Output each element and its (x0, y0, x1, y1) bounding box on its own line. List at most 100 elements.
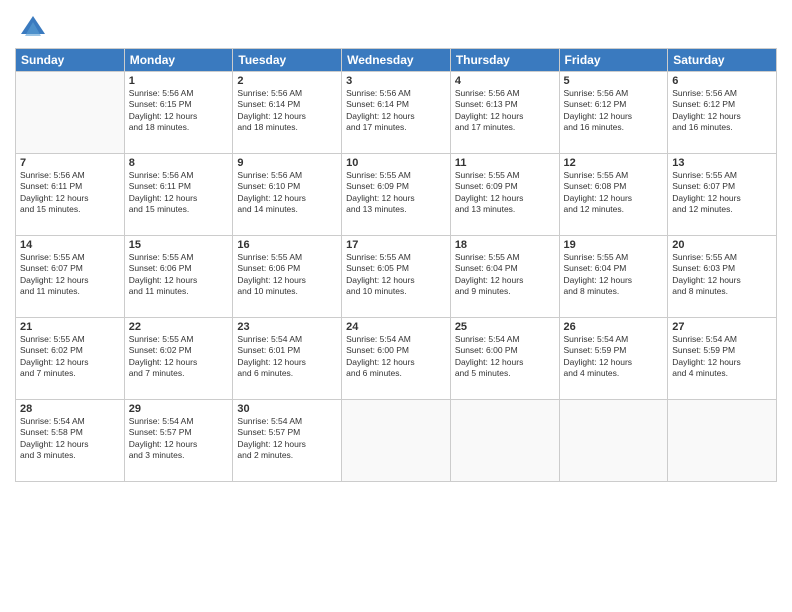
week-row-5: 28Sunrise: 5:54 AM Sunset: 5:58 PM Dayli… (16, 400, 777, 482)
day-info: Sunrise: 5:54 AM Sunset: 6:00 PM Dayligh… (455, 334, 555, 380)
week-row-2: 7Sunrise: 5:56 AM Sunset: 6:11 PM Daylig… (16, 154, 777, 236)
calendar-cell: 28Sunrise: 5:54 AM Sunset: 5:58 PM Dayli… (16, 400, 125, 482)
day-info: Sunrise: 5:54 AM Sunset: 5:59 PM Dayligh… (672, 334, 772, 380)
calendar-cell: 17Sunrise: 5:55 AM Sunset: 6:05 PM Dayli… (342, 236, 451, 318)
calendar-cell: 13Sunrise: 5:55 AM Sunset: 6:07 PM Dayli… (668, 154, 777, 236)
day-number: 23 (237, 321, 337, 333)
day-number: 12 (564, 157, 664, 169)
calendar-cell: 14Sunrise: 5:55 AM Sunset: 6:07 PM Dayli… (16, 236, 125, 318)
calendar-cell: 8Sunrise: 5:56 AM Sunset: 6:11 PM Daylig… (124, 154, 233, 236)
day-info: Sunrise: 5:56 AM Sunset: 6:11 PM Dayligh… (20, 170, 120, 216)
day-number: 9 (237, 157, 337, 169)
day-info: Sunrise: 5:55 AM Sunset: 6:06 PM Dayligh… (237, 252, 337, 298)
calendar-cell: 20Sunrise: 5:55 AM Sunset: 6:03 PM Dayli… (668, 236, 777, 318)
day-number: 22 (129, 321, 229, 333)
calendar-cell: 6Sunrise: 5:56 AM Sunset: 6:12 PM Daylig… (668, 72, 777, 154)
day-number: 13 (672, 157, 772, 169)
calendar-cell: 24Sunrise: 5:54 AM Sunset: 6:00 PM Dayli… (342, 318, 451, 400)
calendar-cell: 4Sunrise: 5:56 AM Sunset: 6:13 PM Daylig… (450, 72, 559, 154)
calendar-cell: 23Sunrise: 5:54 AM Sunset: 6:01 PM Dayli… (233, 318, 342, 400)
week-row-3: 14Sunrise: 5:55 AM Sunset: 6:07 PM Dayli… (16, 236, 777, 318)
day-number: 19 (564, 239, 664, 251)
day-header-saturday: Saturday (668, 49, 777, 72)
calendar-cell: 19Sunrise: 5:55 AM Sunset: 6:04 PM Dayli… (559, 236, 668, 318)
calendar-cell: 18Sunrise: 5:55 AM Sunset: 6:04 PM Dayli… (450, 236, 559, 318)
day-info: Sunrise: 5:55 AM Sunset: 6:04 PM Dayligh… (564, 252, 664, 298)
day-info: Sunrise: 5:54 AM Sunset: 5:57 PM Dayligh… (237, 416, 337, 462)
page: SundayMondayTuesdayWednesdayThursdayFrid… (0, 0, 792, 612)
day-info: Sunrise: 5:55 AM Sunset: 6:05 PM Dayligh… (346, 252, 446, 298)
day-number: 25 (455, 321, 555, 333)
day-number: 4 (455, 75, 555, 87)
day-header-friday: Friday (559, 49, 668, 72)
day-number: 3 (346, 75, 446, 87)
calendar-cell (16, 72, 125, 154)
day-number: 1 (129, 75, 229, 87)
day-info: Sunrise: 5:56 AM Sunset: 6:12 PM Dayligh… (672, 88, 772, 134)
day-number: 5 (564, 75, 664, 87)
day-info: Sunrise: 5:55 AM Sunset: 6:02 PM Dayligh… (129, 334, 229, 380)
day-number: 18 (455, 239, 555, 251)
day-header-tuesday: Tuesday (233, 49, 342, 72)
day-info: Sunrise: 5:56 AM Sunset: 6:14 PM Dayligh… (237, 88, 337, 134)
day-number: 28 (20, 403, 120, 415)
calendar-cell: 30Sunrise: 5:54 AM Sunset: 5:57 PM Dayli… (233, 400, 342, 482)
day-header-monday: Monday (124, 49, 233, 72)
day-info: Sunrise: 5:55 AM Sunset: 6:06 PM Dayligh… (129, 252, 229, 298)
week-row-1: 1Sunrise: 5:56 AM Sunset: 6:15 PM Daylig… (16, 72, 777, 154)
day-number: 30 (237, 403, 337, 415)
calendar: SundayMondayTuesdayWednesdayThursdayFrid… (15, 48, 777, 482)
day-info: Sunrise: 5:55 AM Sunset: 6:09 PM Dayligh… (455, 170, 555, 216)
day-info: Sunrise: 5:55 AM Sunset: 6:08 PM Dayligh… (564, 170, 664, 216)
day-info: Sunrise: 5:56 AM Sunset: 6:11 PM Dayligh… (129, 170, 229, 216)
day-number: 15 (129, 239, 229, 251)
day-number: 7 (20, 157, 120, 169)
day-info: Sunrise: 5:56 AM Sunset: 6:10 PM Dayligh… (237, 170, 337, 216)
logo-icon (19, 14, 47, 42)
calendar-cell (668, 400, 777, 482)
calendar-cell: 7Sunrise: 5:56 AM Sunset: 6:11 PM Daylig… (16, 154, 125, 236)
calendar-cell: 1Sunrise: 5:56 AM Sunset: 6:15 PM Daylig… (124, 72, 233, 154)
day-info: Sunrise: 5:54 AM Sunset: 5:59 PM Dayligh… (564, 334, 664, 380)
calendar-cell (450, 400, 559, 482)
calendar-cell: 12Sunrise: 5:55 AM Sunset: 6:08 PM Dayli… (559, 154, 668, 236)
day-info: Sunrise: 5:54 AM Sunset: 5:58 PM Dayligh… (20, 416, 120, 462)
day-info: Sunrise: 5:56 AM Sunset: 6:13 PM Dayligh… (455, 88, 555, 134)
day-number: 14 (20, 239, 120, 251)
calendar-cell: 25Sunrise: 5:54 AM Sunset: 6:00 PM Dayli… (450, 318, 559, 400)
calendar-cell: 22Sunrise: 5:55 AM Sunset: 6:02 PM Dayli… (124, 318, 233, 400)
day-info: Sunrise: 5:56 AM Sunset: 6:15 PM Dayligh… (129, 88, 229, 134)
calendar-cell: 16Sunrise: 5:55 AM Sunset: 6:06 PM Dayli… (233, 236, 342, 318)
day-info: Sunrise: 5:54 AM Sunset: 6:01 PM Dayligh… (237, 334, 337, 380)
day-number: 21 (20, 321, 120, 333)
day-header-thursday: Thursday (450, 49, 559, 72)
calendar-cell: 3Sunrise: 5:56 AM Sunset: 6:14 PM Daylig… (342, 72, 451, 154)
calendar-cell: 5Sunrise: 5:56 AM Sunset: 6:12 PM Daylig… (559, 72, 668, 154)
calendar-cell: 29Sunrise: 5:54 AM Sunset: 5:57 PM Dayli… (124, 400, 233, 482)
day-number: 24 (346, 321, 446, 333)
calendar-cell: 27Sunrise: 5:54 AM Sunset: 5:59 PM Dayli… (668, 318, 777, 400)
day-number: 29 (129, 403, 229, 415)
calendar-cell: 10Sunrise: 5:55 AM Sunset: 6:09 PM Dayli… (342, 154, 451, 236)
day-number: 10 (346, 157, 446, 169)
day-info: Sunrise: 5:54 AM Sunset: 6:00 PM Dayligh… (346, 334, 446, 380)
header-row: SundayMondayTuesdayWednesdayThursdayFrid… (16, 49, 777, 72)
week-row-4: 21Sunrise: 5:55 AM Sunset: 6:02 PM Dayli… (16, 318, 777, 400)
calendar-cell (342, 400, 451, 482)
calendar-cell: 26Sunrise: 5:54 AM Sunset: 5:59 PM Dayli… (559, 318, 668, 400)
day-number: 27 (672, 321, 772, 333)
day-number: 2 (237, 75, 337, 87)
calendar-cell: 11Sunrise: 5:55 AM Sunset: 6:09 PM Dayli… (450, 154, 559, 236)
day-info: Sunrise: 5:56 AM Sunset: 6:14 PM Dayligh… (346, 88, 446, 134)
calendar-cell: 2Sunrise: 5:56 AM Sunset: 6:14 PM Daylig… (233, 72, 342, 154)
day-number: 17 (346, 239, 446, 251)
day-info: Sunrise: 5:55 AM Sunset: 6:07 PM Dayligh… (672, 170, 772, 216)
day-info: Sunrise: 5:55 AM Sunset: 6:09 PM Dayligh… (346, 170, 446, 216)
day-number: 6 (672, 75, 772, 87)
day-info: Sunrise: 5:55 AM Sunset: 6:02 PM Dayligh… (20, 334, 120, 380)
day-number: 26 (564, 321, 664, 333)
calendar-cell (559, 400, 668, 482)
day-info: Sunrise: 5:55 AM Sunset: 6:03 PM Dayligh… (672, 252, 772, 298)
day-header-sunday: Sunday (16, 49, 125, 72)
calendar-cell: 15Sunrise: 5:55 AM Sunset: 6:06 PM Dayli… (124, 236, 233, 318)
